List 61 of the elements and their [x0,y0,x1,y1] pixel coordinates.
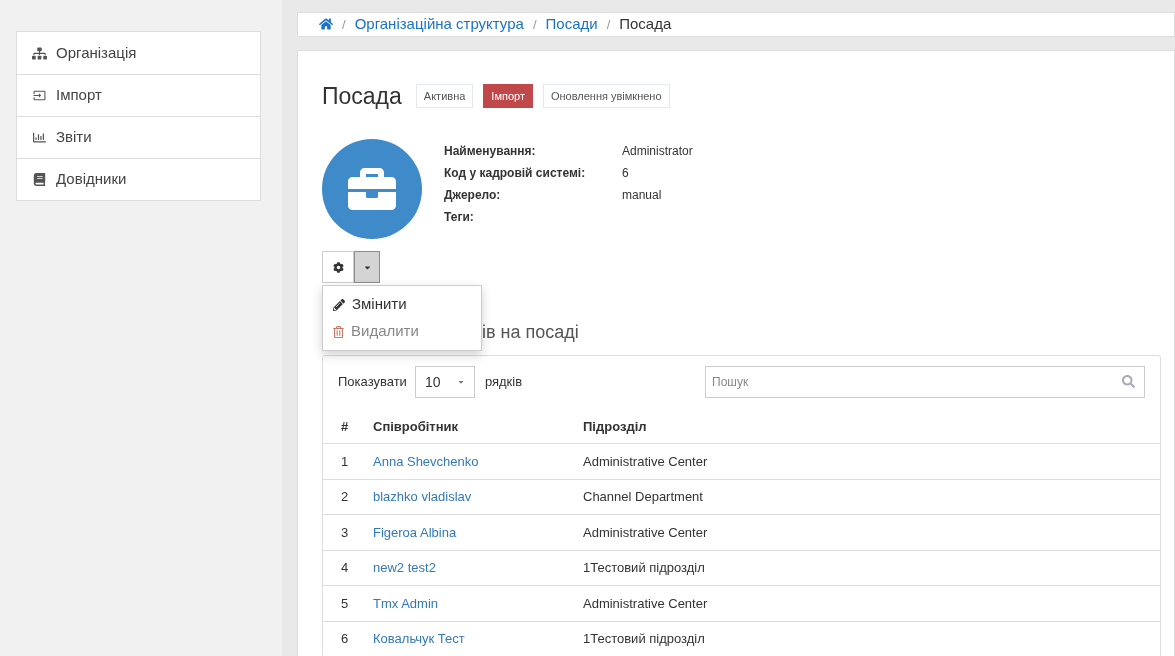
breadcrumb-separator: / [342,15,346,34]
table-cell-text: 2 [340,488,350,506]
status-badge: Імпорт [483,83,533,108]
chart-icon [32,131,47,144]
hierarchy-icon [32,46,47,60]
detail-value: manual [622,187,662,204]
table-cell-text: 5 [340,594,350,613]
employee-link[interactable]: new2 test2 [373,560,436,575]
search-field[interactable]: Пошук [705,366,1145,398]
employee-link[interactable]: blazhko vladislav [373,489,472,504]
detail-label: Джерело: [444,187,502,204]
detail-label: Теги: [444,209,475,226]
employee-link[interactable]: Ковальчук Тест [373,631,465,646]
table-cell-text: 1Тестовий підрозділ [583,630,705,648]
sidebar-item[interactable]: Організація [17,32,260,74]
column-header: # [340,417,350,436]
briefcase-icon [345,165,399,213]
section-heading: ів на посаді [482,321,579,344]
page-size-select[interactable]: 10 [414,366,475,398]
search-icon [1122,375,1135,388]
trash-icon [333,325,344,338]
sidebar-item[interactable]: Звіти [17,116,260,158]
table-cell-text: 6 [340,630,350,648]
sidebar-item[interactable]: Імпорт [17,74,260,116]
show-label: Показувати [338,373,407,392]
breadcrumb-link[interactable]: Організаційна структура [354,13,524,36]
home-icon[interactable] [319,17,333,32]
table-cell-text: 4 [340,559,350,577]
column-header: Співробітник [373,417,460,436]
book-icon [32,173,47,186]
dropdown-toggle[interactable] [354,251,380,283]
breadcrumb-separator: / [532,15,537,34]
breadcrumb-link[interactable]: Посади [545,13,598,36]
detail-value: 6 [622,165,629,182]
sidebar-item[interactable]: Довідники [17,158,260,200]
breadcrumb-separator: / [606,15,611,34]
table-cell-text: Administrative Center [583,452,708,471]
caret-icon [456,378,465,386]
breadcrumb-current: Посада [619,14,672,34]
settings-button[interactable] [322,251,354,283]
table-cell-text: Administrative Center [583,523,708,542]
detail-label: Код у кадровій системі: [444,165,587,182]
employee-link[interactable]: Tmx Admin [373,595,438,611]
pencil-icon [333,298,345,311]
table-cell-text: Administrative Center [583,594,708,613]
table-cell-text: 3 [340,523,350,542]
table-cell-text: 1 [340,452,350,471]
table-cell-text: Channel Department [583,488,703,506]
table-cell-text: 1Тестовий підрозділ [583,559,705,577]
import-icon [32,89,47,102]
employee-link[interactable]: Anna Shevchenko [373,453,479,469]
status-badge: Оновлення увімкнено [542,83,670,108]
page-title: Посада [322,81,402,111]
detail-value: Administrator [622,143,693,160]
menu-item[interactable]: Змінити [323,291,481,318]
employee-link[interactable]: Figeroa Albina [373,524,457,540]
status-badge: Активна [415,83,474,108]
rows-label: рядків [484,373,523,392]
gear-icon [332,261,344,273]
column-header: Підрозділ [583,417,647,436]
detail-label: Найменування: [444,143,537,160]
